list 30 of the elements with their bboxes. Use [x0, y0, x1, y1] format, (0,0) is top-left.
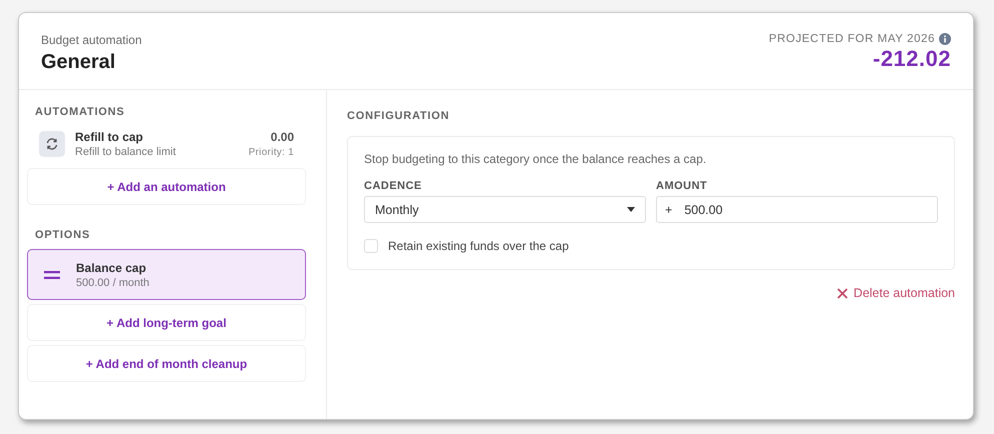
- info-icon[interactable]: [939, 33, 951, 45]
- field-label: CADENCE: [364, 180, 423, 192]
- close-icon: [836, 288, 848, 298]
- projection-label: PROJECTED FOR MAY 2026: [768, 33, 935, 45]
- option-title: Balance cap: [76, 260, 148, 274]
- equals-icon: [44, 270, 60, 280]
- projection-value: -212.02: [872, 46, 951, 72]
- page-title: General: [41, 51, 116, 74]
- section-heading: CONFIGURATION: [347, 110, 450, 122]
- automation-subtitle: Refill to balance limit: [75, 146, 177, 158]
- amount-field[interactable]: + 500.00: [656, 196, 938, 223]
- checkbox-label: Retain existing funds over the cap: [388, 239, 569, 253]
- description: Stop budgeting to this category once the balance reaches a cap.: [364, 152, 708, 166]
- page-subtitle: Budget automation: [41, 33, 142, 47]
- checkbox[interactable]: [364, 239, 378, 253]
- option-item[interactable]: Balance cap 500.00 / month: [27, 249, 306, 300]
- section-heading: OPTIONS: [34, 229, 92, 241]
- add-option-button[interactable]: + Add long-term goal: [27, 304, 306, 341]
- refresh-icon: [39, 131, 65, 157]
- cadence-dropdown[interactable]: Monthly: [364, 196, 646, 223]
- automation-title: Refill to cap: [75, 130, 144, 144]
- section-heading: AUTOMATIONS: [34, 106, 126, 118]
- delete-button[interactable]: Delete automation: [836, 286, 955, 300]
- caret-icon: [627, 207, 635, 212]
- automation-amount: 0.00: [270, 130, 294, 144]
- option-subtitle: 500.00 / month: [76, 276, 150, 288]
- add-automation-button[interactable]: + Add an automation: [27, 168, 306, 205]
- add-option-button[interactable]: + Add end of month cleanup: [27, 345, 306, 382]
- field-label: AMOUNT: [656, 180, 708, 192]
- automation-priority: Priority: 1: [248, 147, 294, 158]
